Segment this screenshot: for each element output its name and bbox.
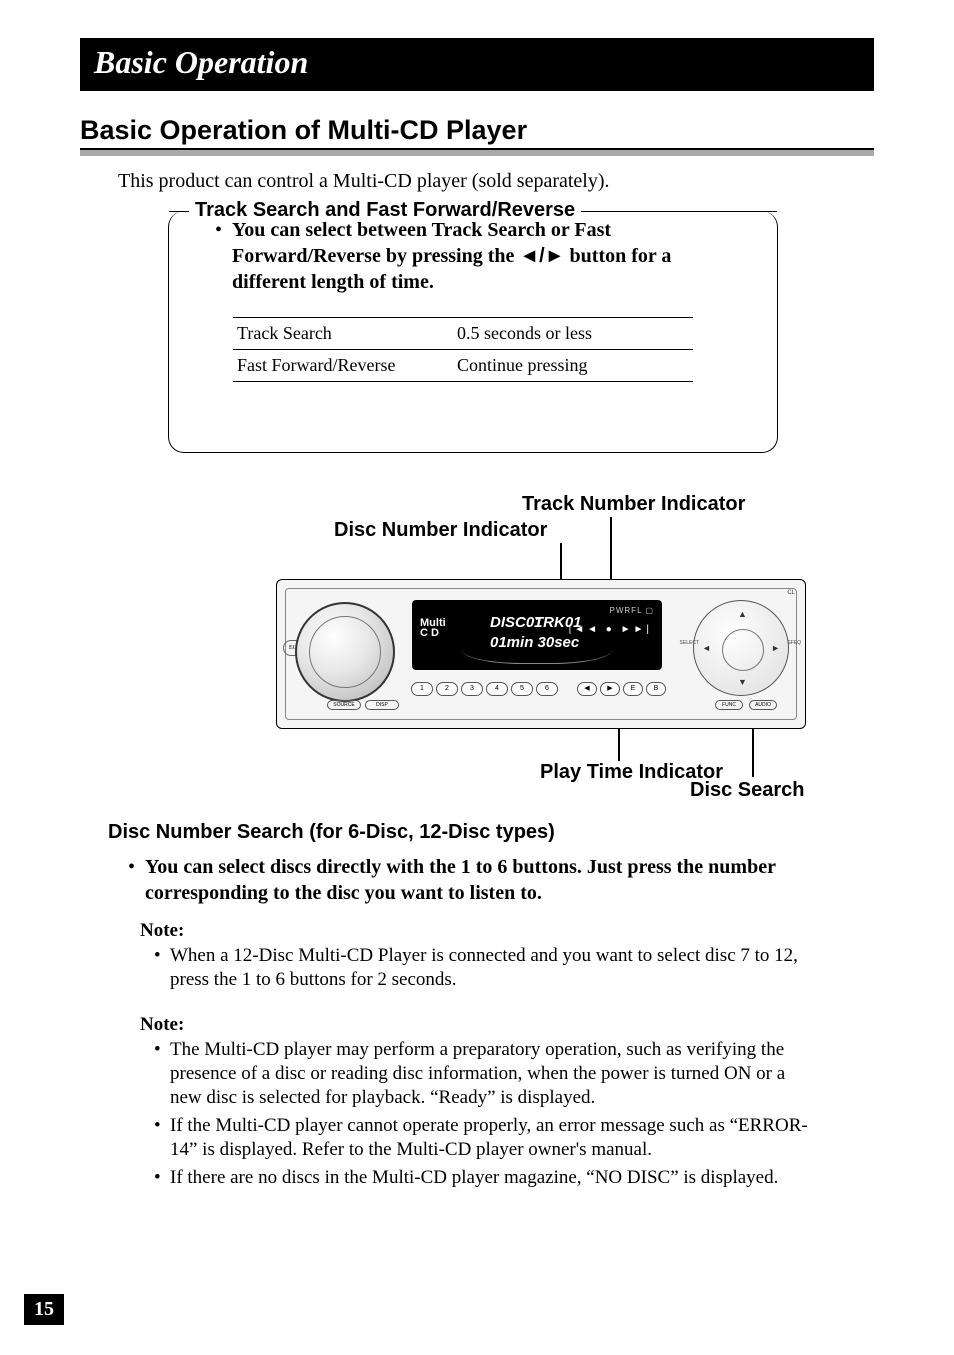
disp-button: DISP xyxy=(365,700,399,710)
screen-cd-label: C D xyxy=(420,627,439,639)
table-row: Fast Forward/Reverse Continue pressing xyxy=(233,349,693,382)
preset-button-2: 2 xyxy=(436,682,458,696)
table-cell-value: 0.5 seconds or less xyxy=(457,323,689,344)
preset-button-4: 4 xyxy=(486,682,508,696)
intro-text: This product can control a Multi-CD play… xyxy=(118,170,874,193)
disc-search-bullet-text: You can select discs directly with the 1… xyxy=(145,854,874,906)
preset-button-6: 6 xyxy=(536,682,558,696)
note-heading: Note: xyxy=(140,1014,874,1036)
multi-controller-icon: ▲ ▼ ◄ ► xyxy=(693,600,789,696)
preset-button-1: 1 xyxy=(411,682,433,696)
up-arrow-icon: ▲ xyxy=(738,609,747,619)
source-button: SOURCE xyxy=(327,700,361,710)
func-button: FUNC xyxy=(715,700,743,710)
left-arrow-button-icon: ◀ xyxy=(577,682,597,696)
label-disc-number-indicator: Disc Number Indicator xyxy=(334,519,547,542)
volume-dial-icon xyxy=(295,602,395,702)
table-row: Track Search 0.5 seconds or less xyxy=(233,317,693,349)
b-button: B xyxy=(646,682,666,696)
screen-status-icons: PWRFL ▢ xyxy=(610,606,654,615)
screen-play-time: 01min 30sec xyxy=(490,634,579,651)
table-cell-value: Continue pressing xyxy=(457,355,689,376)
page-number: 15 xyxy=(24,1294,64,1325)
press-duration-table: Track Search 0.5 seconds or less Fast Fo… xyxy=(233,317,693,382)
track-search-callout: Track Search and Fast Forward/Reverse • … xyxy=(168,211,778,453)
note-list: When a 12-Disc Multi-CD Player is connec… xyxy=(154,944,814,992)
cl-label: CL xyxy=(787,590,795,596)
note-heading: Note: xyxy=(140,920,874,942)
select-label: SELECT xyxy=(680,640,699,646)
lcd-screen: Multi C D DISC01 TRK01 01min 30sec PWRFL… xyxy=(412,600,662,670)
note-item: The Multi-CD player may perform a prepar… xyxy=(154,1038,814,1110)
right-arrow-icon: ► xyxy=(771,643,780,653)
e-button: E xyxy=(623,682,643,696)
table-cell-label: Fast Forward/Reverse xyxy=(237,355,457,376)
section-heading: Basic Operation of Multi-CD Player xyxy=(80,115,874,150)
disc-number-search-heading: Disc Number Search (for 6-Disc, 12-Disc … xyxy=(108,821,874,844)
head-unit-diagram: Track Number Indicator Disc Number Indic… xyxy=(200,481,840,811)
bullet-icon: • xyxy=(215,217,222,295)
note-item: If there are no discs in the Multi-CD pl… xyxy=(154,1166,814,1190)
note-item: If the Multi-CD player cannot operate pr… xyxy=(154,1114,814,1162)
table-cell-label: Track Search xyxy=(237,323,457,344)
label-disc-search: Disc Search xyxy=(690,779,805,802)
left-arrow-icon: ◄ xyxy=(702,643,711,653)
nav-button-row: ◀ ▶ E B xyxy=(577,682,666,696)
audio-button: AUDIO xyxy=(749,700,777,710)
preset-button-3: 3 xyxy=(461,682,483,696)
right-arrow-button-icon: ▶ xyxy=(600,682,620,696)
chapter-title: Basic Operation xyxy=(80,38,874,91)
label-track-number-indicator: Track Number Indicator xyxy=(522,493,745,516)
note-item: When a 12-Disc Multi-CD Player is connec… xyxy=(154,944,814,992)
head-unit-illustration: EQ Multi C D DISC01 TRK01 01min 30sec PW… xyxy=(276,579,806,729)
preset-button-5: 5 xyxy=(511,682,533,696)
preset-button-row: 1 2 3 4 5 6 xyxy=(411,682,558,696)
bullet-icon: • xyxy=(128,854,135,906)
screen-transport-icons: |◄◄ ● ►►| xyxy=(569,624,652,635)
callout-title: Track Search and Fast Forward/Reverse xyxy=(189,199,581,222)
note-list: The Multi-CD player may perform a prepar… xyxy=(154,1038,814,1190)
sfeq-label: SFEQ xyxy=(787,640,801,646)
left-right-arrows-icon: ◄/► xyxy=(519,245,564,267)
down-arrow-icon: ▼ xyxy=(738,677,747,687)
